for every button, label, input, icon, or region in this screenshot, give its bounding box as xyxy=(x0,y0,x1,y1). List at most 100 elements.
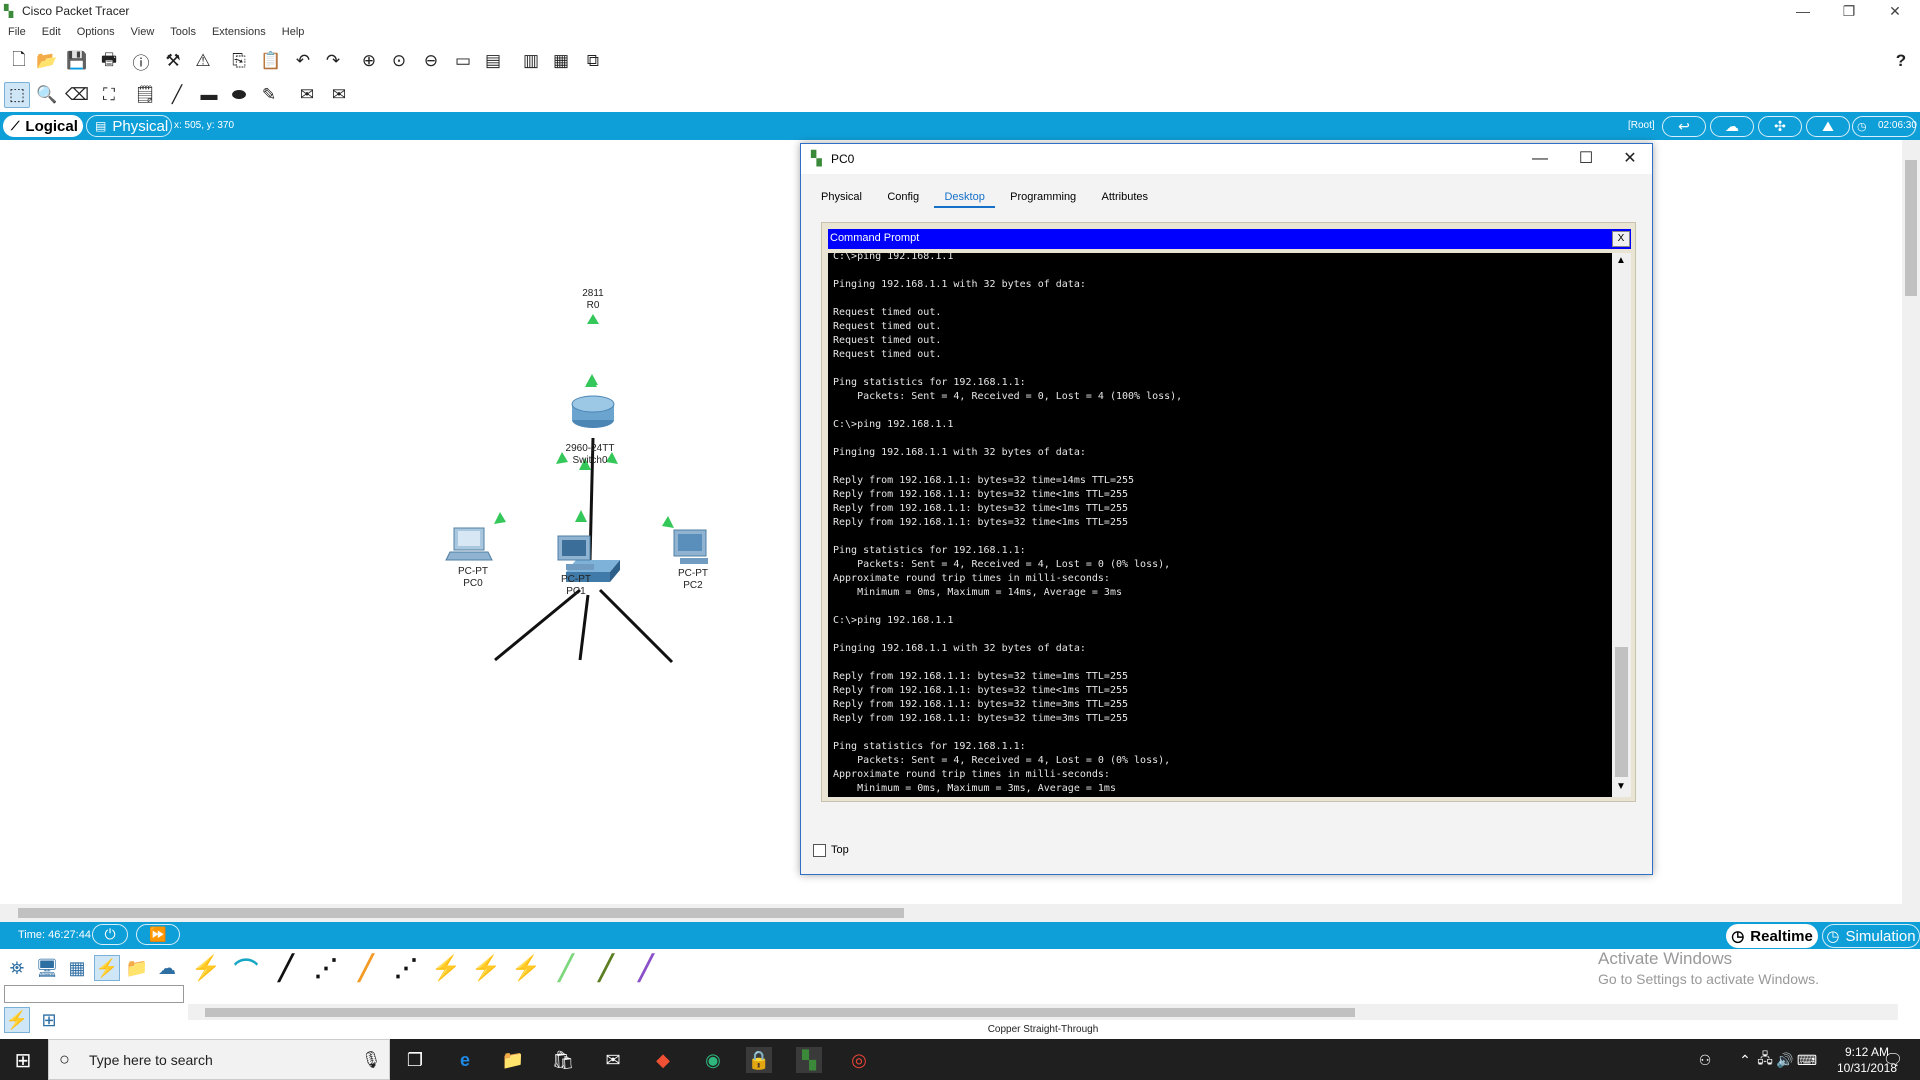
app-icon[interactable]: ◉ xyxy=(700,1047,726,1073)
tab-attributes[interactable]: Attributes xyxy=(1092,188,1158,206)
iot-custom-cable-icon[interactable]: ╱ xyxy=(590,952,622,984)
draw-rectangle-icon[interactable]: ▬ xyxy=(196,82,222,108)
phone-cable-icon[interactable]: ⋰ xyxy=(390,952,422,984)
tab-desktop[interactable]: Desktop xyxy=(934,188,995,208)
device-list-scroll-thumb[interactable] xyxy=(205,1008,1355,1017)
redo-icon[interactable]: ↷ xyxy=(320,48,346,74)
complex-pdu-icon[interactable]: ✉ xyxy=(326,82,352,108)
git-icon[interactable]: ◆ xyxy=(650,1047,676,1073)
help-button[interactable]: ? xyxy=(1888,48,1914,74)
action-center-icon[interactable]: 🗨 xyxy=(1880,1047,1906,1073)
scroll-down-icon[interactable]: ▼ xyxy=(1616,781,1626,792)
copper-straight-through-icon[interactable]: ╱ xyxy=(270,952,302,984)
restore-button[interactable]: ❐ xyxy=(1826,0,1872,24)
workspace-vertical-scroll-thumb[interactable] xyxy=(1905,160,1917,296)
drawing-palette-icon[interactable]: ▭ xyxy=(450,48,476,74)
new-file-icon[interactable]: 🗋 xyxy=(6,48,32,74)
tab-logical[interactable]: ⟋ Logical xyxy=(3,115,83,137)
pc0-close-button[interactable]: ✕ xyxy=(1607,144,1653,174)
command-prompt-close-button[interactable]: X xyxy=(1612,231,1630,247)
zoom-in-icon[interactable]: ⊕ xyxy=(356,48,382,74)
info-icon[interactable]: ⓘ xyxy=(128,48,154,74)
select-icon[interactable]: ⬚ xyxy=(4,82,30,108)
file-explorer-icon[interactable]: 📁 xyxy=(500,1047,526,1073)
menu-tools[interactable]: Tools xyxy=(162,24,204,40)
paste-icon[interactable]: 📋 xyxy=(258,48,284,74)
end-devices-icon[interactable]: 🖥 xyxy=(34,955,60,981)
tab-programming[interactable]: Programming xyxy=(1000,188,1086,206)
keyboard-icon[interactable]: ⌨ xyxy=(1794,1047,1820,1073)
set-tiled-background-icon[interactable]: ⛰ xyxy=(1806,116,1850,137)
network-info-icon[interactable]: ⚠ xyxy=(190,48,216,74)
connections-icon[interactable]: ⚡ xyxy=(94,955,120,981)
custom-device-icon[interactable]: ▤ xyxy=(480,48,506,74)
camera-icon[interactable]: ⧉ xyxy=(580,48,606,74)
copy-icon[interactable]: ⎘ xyxy=(226,48,252,74)
menu-extensions[interactable]: Extensions xyxy=(204,24,274,40)
terminal-scrollbar[interactable]: ▲ ▼ xyxy=(1612,253,1631,797)
device-search-input[interactable] xyxy=(4,985,184,1003)
people-icon[interactable]: ⚇ xyxy=(1692,1047,1718,1073)
open-folder-icon[interactable]: 📂 xyxy=(34,48,60,74)
serial-dce-icon[interactable]: ⚡ xyxy=(470,952,502,984)
command-prompt-terminal[interactable]: C:\>ping 192.168.1.1 Pinging 192.168.1.1… xyxy=(828,253,1612,797)
top-checkbox[interactable] xyxy=(813,844,826,857)
back-icon[interactable]: ↩ xyxy=(1662,116,1706,137)
tab-config[interactable]: Config xyxy=(877,188,929,206)
auto-connection-icon[interactable]: ⚡ xyxy=(190,952,222,984)
save-icon[interactable]: 💾 xyxy=(64,48,90,74)
wizard-icon[interactable]: ⚒ xyxy=(160,48,186,74)
close-button[interactable]: ✕ xyxy=(1872,0,1918,24)
coaxial-cable-icon[interactable]: ⚡ xyxy=(430,952,462,984)
simulation-button[interactable]: ◷ Simulation xyxy=(1822,924,1920,948)
multiuser-icon[interactable]: ☁ xyxy=(154,955,180,981)
miscellaneous-icon[interactable]: 📁 xyxy=(124,955,150,981)
tab-physical-device[interactable]: Physical xyxy=(811,188,872,206)
freeform-icon[interactable]: ✎ xyxy=(256,82,282,108)
task-view-icon[interactable]: ❐ xyxy=(402,1047,428,1073)
serial-dte-icon[interactable]: ⚡ xyxy=(510,952,542,984)
octal-cable-icon[interactable]: ╱ xyxy=(550,952,582,984)
copper-cross-over-icon[interactable]: ⋰ xyxy=(310,952,342,984)
fiber-icon[interactable]: ╱ xyxy=(350,952,382,984)
fast-forward-icon[interactable]: ⏩ xyxy=(136,924,180,945)
minimize-button[interactable]: — xyxy=(1780,0,1826,24)
vpn-icon[interactable]: 🔒 xyxy=(746,1047,772,1073)
edge-icon[interactable]: e xyxy=(452,1047,478,1073)
pdu-list-icon[interactable]: ▥ xyxy=(518,48,544,74)
menu-file[interactable]: File xyxy=(0,24,34,40)
tab-physical[interactable]: ▤ Physical xyxy=(86,115,172,137)
windows-start-icon[interactable]: ⊞ xyxy=(10,1047,36,1073)
microphone-icon[interactable]: 🎙 xyxy=(361,1050,381,1070)
move-object-icon[interactable]: ✣ xyxy=(1758,116,1802,137)
pc0-minimize-button[interactable]: — xyxy=(1517,144,1563,174)
simple-pdu-icon[interactable]: ✉ xyxy=(294,82,320,108)
inspect-icon[interactable]: 🔍 xyxy=(34,82,60,108)
packet-tracer-taskbar-icon[interactable]: ▚ xyxy=(796,1047,822,1073)
grid-view-icon[interactable]: ⊞ xyxy=(36,1007,62,1033)
connections-subtype-icon[interactable]: ⚡ xyxy=(4,1007,30,1033)
terminal-scroll-thumb[interactable] xyxy=(1615,647,1628,777)
network-devices-icon[interactable]: ⛯ xyxy=(4,955,30,981)
usb-cable-icon[interactable]: ╱ xyxy=(630,952,662,984)
undo-icon[interactable]: ↶ xyxy=(290,48,316,74)
new-cluster-icon[interactable]: ☁ xyxy=(1710,116,1754,137)
chrome-icon[interactable]: ◎ xyxy=(846,1047,872,1073)
menu-edit[interactable]: Edit xyxy=(34,24,69,40)
resize-icon[interactable]: ⛶ xyxy=(96,82,122,108)
delete-icon[interactable]: ⌫ xyxy=(64,82,90,108)
taskbar-search-box[interactable]: ○ Type here to search 🎙 xyxy=(48,1039,390,1080)
menu-options[interactable]: Options xyxy=(69,24,123,40)
console-cable-icon[interactable]: ⌒ xyxy=(230,952,262,985)
menu-view[interactable]: View xyxy=(123,24,163,40)
viewport-icon[interactable]: ▦ xyxy=(548,48,574,74)
place-note-icon[interactable]: 🗒 xyxy=(132,82,158,108)
zoom-reset-icon[interactable]: ⊙ xyxy=(386,48,412,74)
pc0-maximize-button[interactable]: ☐ xyxy=(1563,144,1609,174)
realtime-button[interactable]: ◷ Realtime xyxy=(1726,924,1818,948)
draw-line-icon[interactable]: ╱ xyxy=(164,82,190,108)
draw-ellipse-icon[interactable]: ⬬ xyxy=(226,82,252,108)
workspace-horizontal-scroll-thumb[interactable] xyxy=(18,908,904,918)
store-icon[interactable]: 🛍 xyxy=(550,1047,576,1073)
mail-icon[interactable]: ✉ xyxy=(600,1047,626,1073)
